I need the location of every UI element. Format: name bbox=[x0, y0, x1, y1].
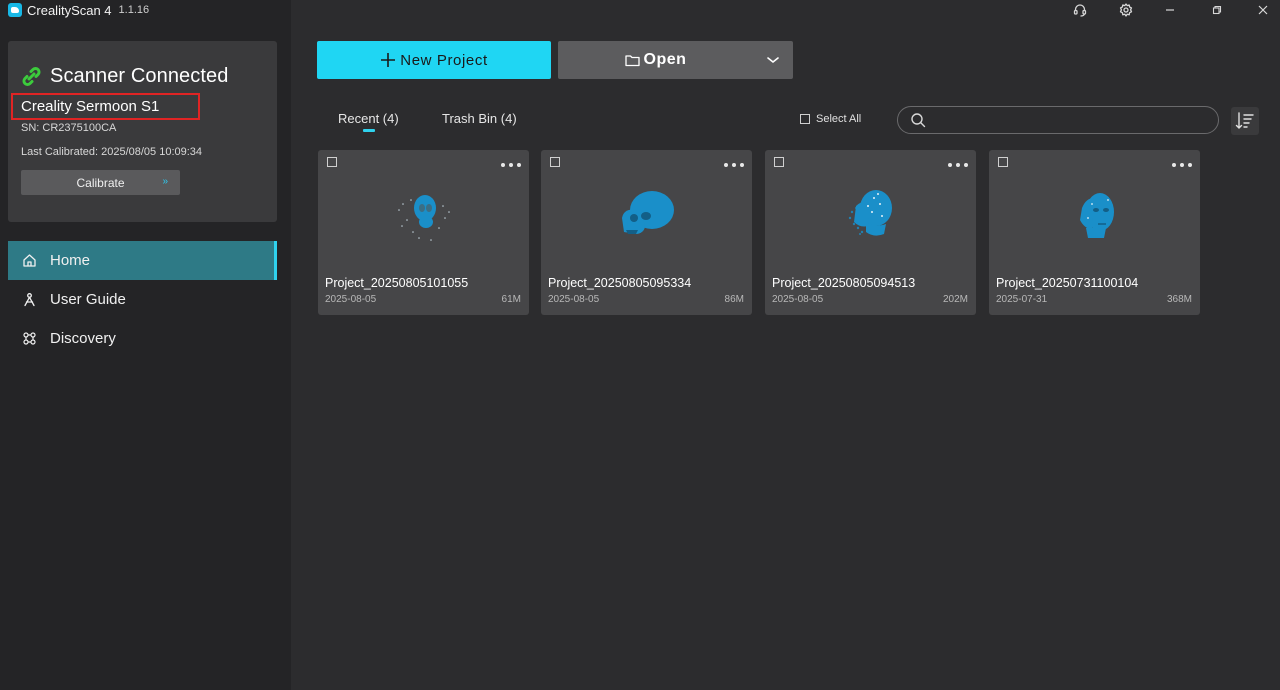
project-size: 202M bbox=[942, 294, 968, 305]
home-icon bbox=[22, 253, 37, 268]
project-card[interactable]: Project_20250731100104 2025-07-31 368M bbox=[989, 150, 1200, 315]
more-options-icon[interactable] bbox=[724, 159, 744, 171]
sort-icon bbox=[1235, 112, 1254, 129]
app-window: CrealityScan 4 1.1.16 Scanner Connected … bbox=[0, 0, 1280, 690]
project-size: 368M bbox=[1166, 294, 1192, 305]
tab-trash-bin[interactable]: Trash Bin (4) bbox=[442, 111, 517, 126]
discovery-icon bbox=[22, 331, 37, 346]
project-date: 2025-08-05 bbox=[325, 294, 377, 305]
scanner-status: Scanner Connected bbox=[21, 65, 229, 88]
calibrate-button[interactable]: Calibrate » bbox=[21, 170, 180, 195]
search-icon bbox=[911, 113, 926, 128]
title-bar: CrealityScan 4 1.1.16 bbox=[8, 2, 149, 18]
project-size: 86M bbox=[724, 294, 744, 305]
project-card[interactable]: Project_20250805101055 2025-08-05 61M bbox=[318, 150, 529, 315]
open-button-group: Open bbox=[558, 41, 793, 79]
project-date: 2025-07-31 bbox=[996, 294, 1048, 305]
scanner-model-name: Creality Sermoon S1 bbox=[21, 98, 160, 115]
scanner-serial-number: SN: CR2375100CA bbox=[21, 122, 117, 134]
sort-button[interactable] bbox=[1231, 107, 1259, 135]
open-dropdown-button[interactable] bbox=[753, 41, 793, 79]
project-checkbox[interactable] bbox=[550, 157, 560, 167]
sidebar: CrealityScan 4 1.1.16 Scanner Connected … bbox=[0, 0, 291, 690]
sidebar-item-home[interactable]: Home bbox=[8, 241, 277, 280]
gear-icon[interactable] bbox=[1116, 0, 1136, 20]
support-headset-icon[interactable] bbox=[1070, 0, 1090, 20]
project-thumbnail bbox=[622, 191, 674, 234]
sidebar-item-discovery[interactable]: Discovery bbox=[8, 319, 277, 358]
restore-icon[interactable] bbox=[1207, 0, 1227, 20]
scanner-status-text: Scanner Connected bbox=[50, 65, 229, 87]
sidebar-item-label: Home bbox=[50, 252, 91, 269]
user-guide-icon bbox=[22, 292, 37, 307]
project-thumbnail bbox=[848, 190, 892, 236]
project-checkbox[interactable] bbox=[327, 157, 337, 167]
sidebar-item-label: User Guide bbox=[50, 291, 126, 308]
search-box[interactable] bbox=[897, 106, 1219, 134]
project-name: Project_20250805101055 bbox=[325, 276, 469, 290]
project-date: 2025-08-05 bbox=[548, 294, 600, 305]
tab-recent[interactable]: Recent (4) bbox=[338, 111, 399, 126]
sidebar-item-user-guide[interactable]: User Guide bbox=[8, 280, 277, 319]
project-name: Project_20250805095334 bbox=[548, 276, 692, 290]
more-options-icon[interactable] bbox=[948, 159, 968, 171]
project-name: Project_20250805094513 bbox=[772, 276, 916, 290]
select-all-checkbox[interactable] bbox=[800, 114, 810, 124]
project-thumbnail bbox=[398, 195, 450, 241]
project-checkbox[interactable] bbox=[998, 157, 1008, 167]
select-all[interactable]: Select All bbox=[800, 113, 861, 125]
search-input[interactable] bbox=[934, 113, 1204, 127]
new-project-label: New Project bbox=[400, 51, 488, 69]
project-size: 61M bbox=[501, 294, 521, 305]
scanner-model-highlight: Creality Sermoon S1 bbox=[11, 93, 200, 120]
app-name: CrealityScan 4 bbox=[27, 2, 112, 18]
select-all-label: Select All bbox=[816, 113, 862, 125]
app-version: 1.1.16 bbox=[118, 4, 150, 16]
double-chevron-right-icon: » bbox=[162, 176, 168, 187]
project-thumbnail bbox=[1080, 193, 1114, 238]
minimize-icon[interactable] bbox=[1160, 0, 1180, 20]
project-card[interactable]: Project_20250805095334 2025-08-05 86M bbox=[541, 150, 752, 315]
app-logo-icon bbox=[8, 3, 22, 17]
scanner-card: Scanner Connected Creality Sermoon S1 SN… bbox=[8, 41, 277, 222]
project-checkbox[interactable] bbox=[774, 157, 784, 167]
calibrate-label: Calibrate bbox=[76, 175, 125, 190]
sidebar-nav: Home User Guide Discovery bbox=[8, 241, 277, 358]
close-icon[interactable] bbox=[1253, 0, 1273, 20]
project-name: Project_20250731100104 bbox=[996, 276, 1139, 290]
project-date: 2025-08-05 bbox=[772, 294, 824, 305]
project-card[interactable]: Project_20250805094513 2025-08-05 202M bbox=[765, 150, 976, 315]
link-connected-icon bbox=[22, 66, 41, 87]
more-options-icon[interactable] bbox=[1172, 159, 1192, 171]
chevron-down-icon bbox=[767, 57, 779, 64]
plus-icon bbox=[381, 53, 396, 67]
open-button[interactable]: Open bbox=[558, 41, 753, 79]
open-label: Open bbox=[643, 51, 687, 68]
tab-active-indicator bbox=[363, 129, 375, 132]
sidebar-item-label: Discovery bbox=[50, 330, 116, 347]
last-calibrated: Last Calibrated: 2025/08/05 10:09:34 bbox=[21, 146, 203, 158]
new-project-button[interactable]: New Project bbox=[317, 41, 551, 79]
folder-icon bbox=[624, 55, 640, 67]
more-options-icon[interactable] bbox=[501, 159, 521, 171]
